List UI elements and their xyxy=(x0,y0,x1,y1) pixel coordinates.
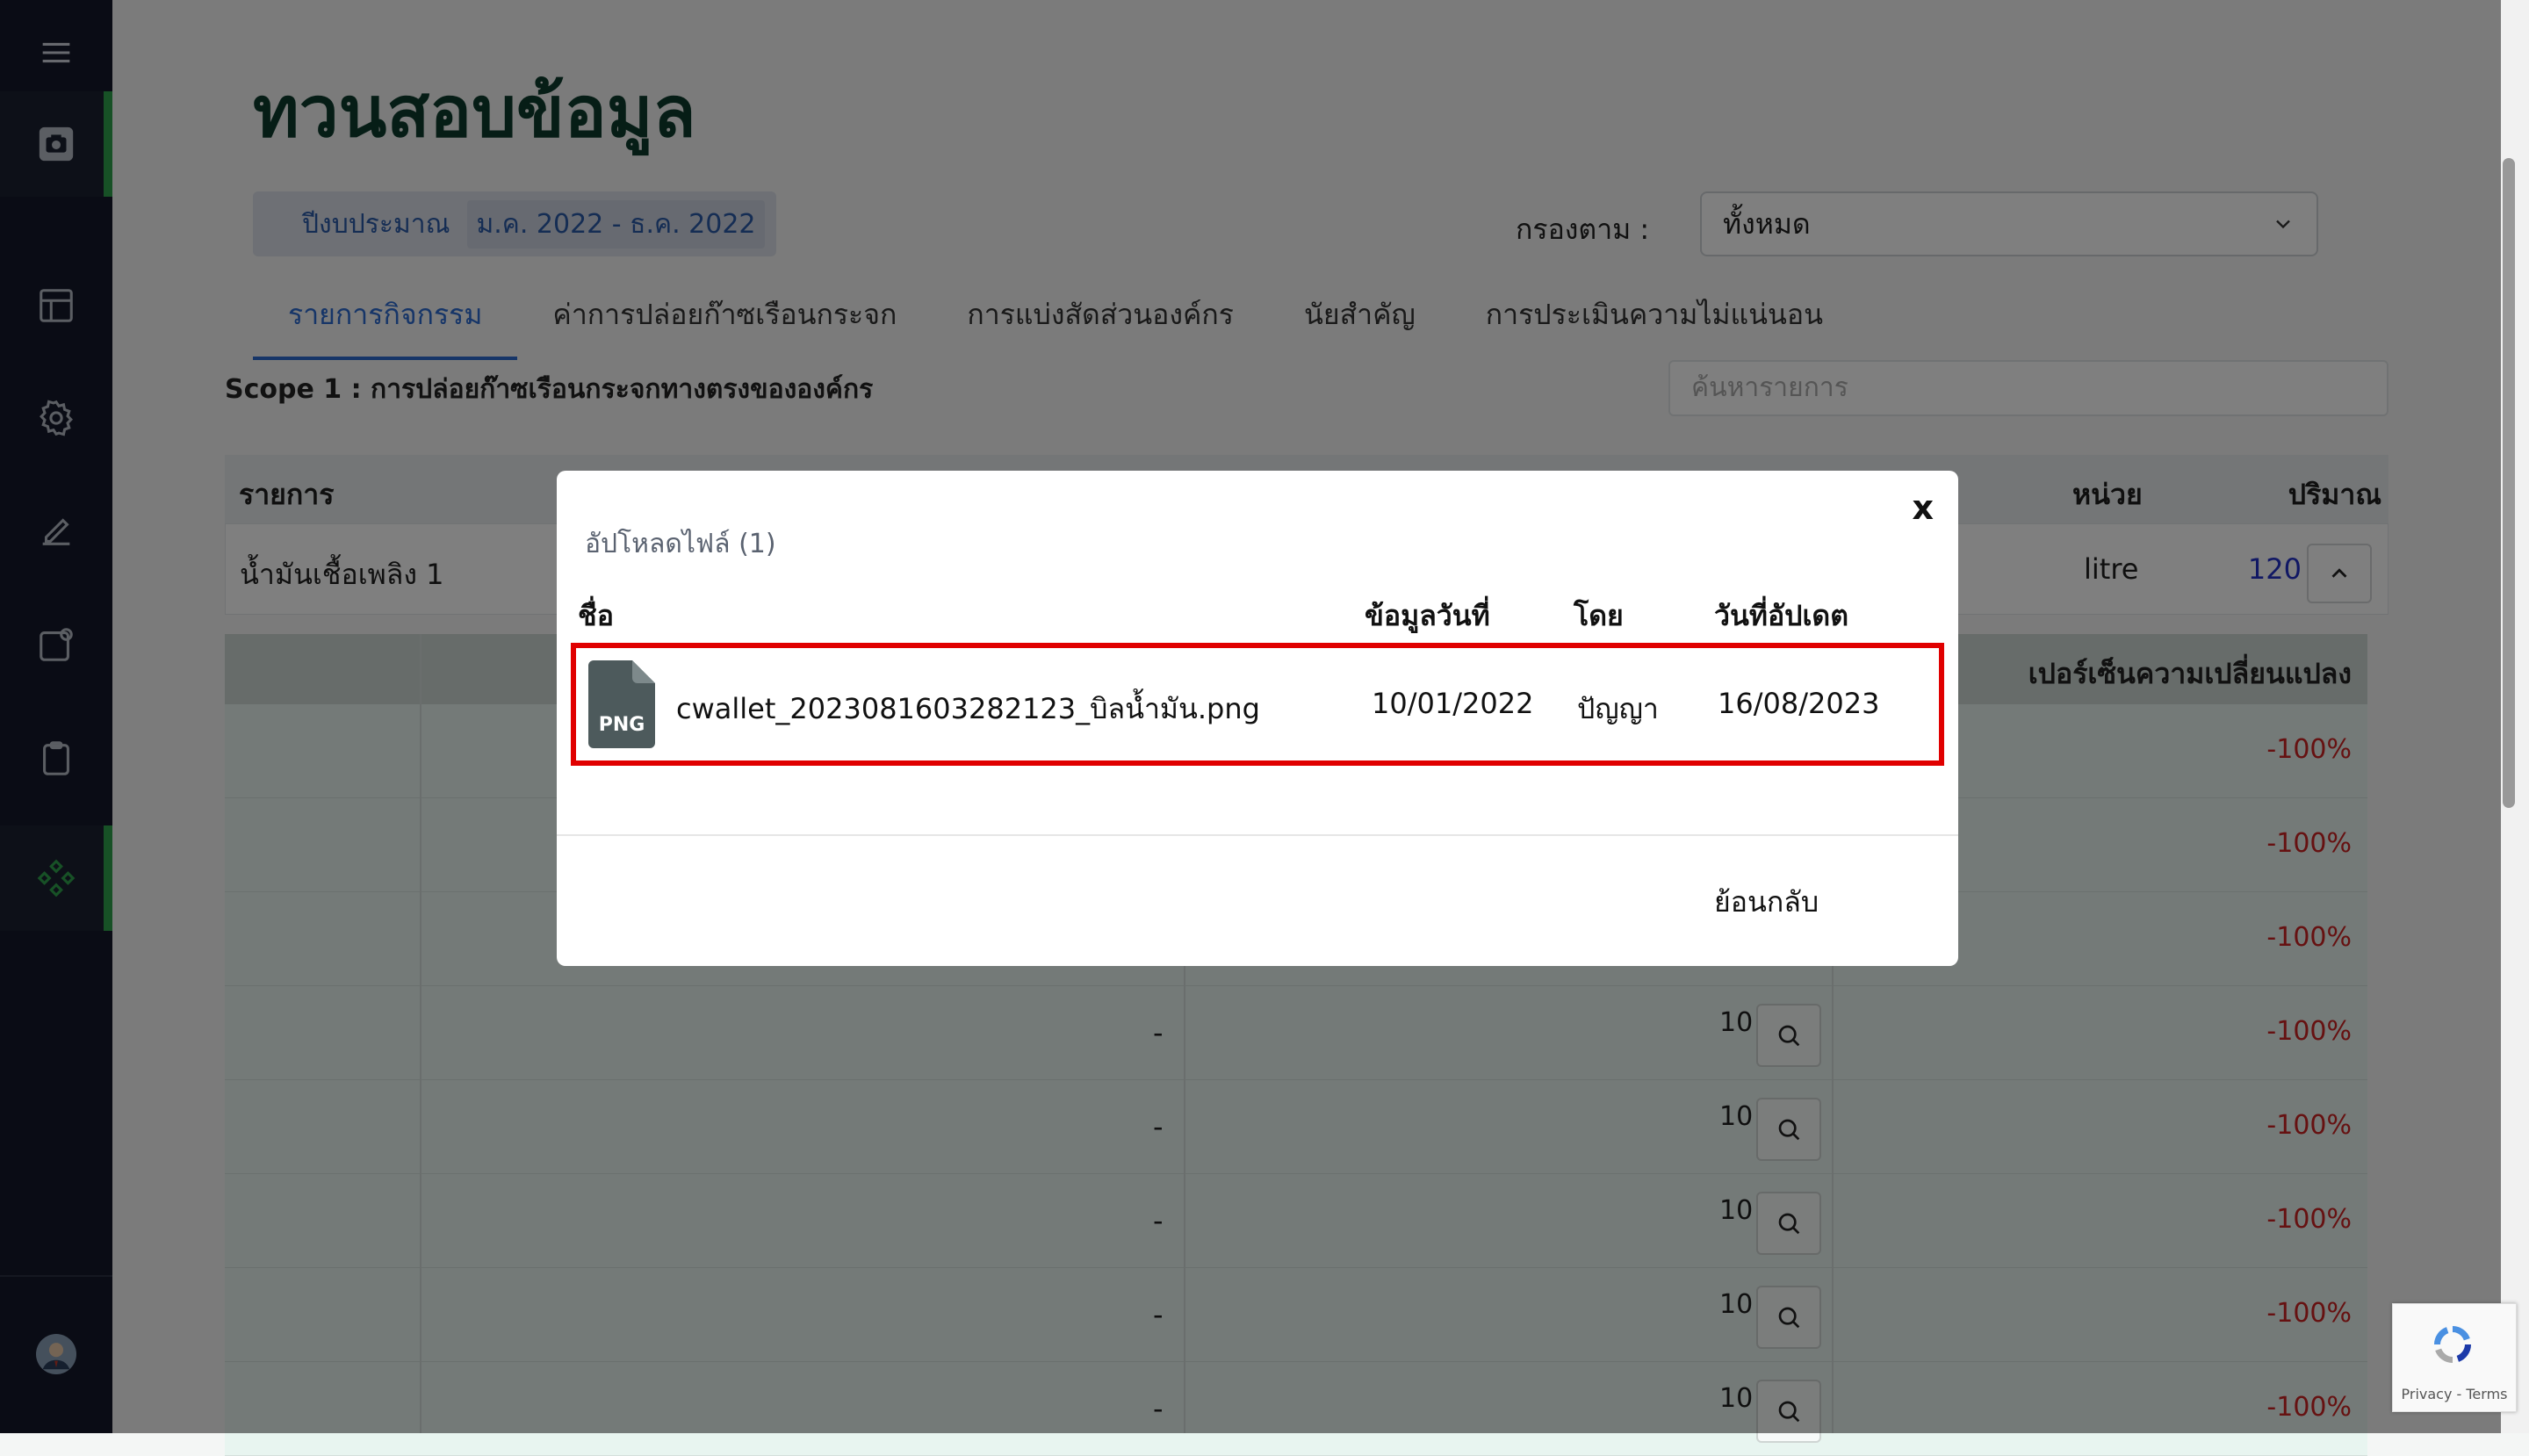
col-name: ชื่อ xyxy=(578,599,614,632)
modal-title: อัปโหลดไฟล์ (1) xyxy=(585,529,776,559)
recaptcha-icon xyxy=(2434,1326,2471,1363)
back-button[interactable]: ย้อนกลับ xyxy=(1714,880,1819,925)
recaptcha-text[interactable]: Privacy - Terms xyxy=(2393,1386,2516,1402)
file-name[interactable]: cwallet_2023081603282123_บิลน้ำมัน.png xyxy=(676,687,1260,732)
file-data-date: 10/01/2022 xyxy=(1372,687,1534,720)
close-button[interactable]: x xyxy=(1912,488,1934,527)
col-data-date: ข้อมูลวันที่ xyxy=(1365,599,1490,632)
modal-divider xyxy=(557,834,1958,836)
file-row[interactable]: PNG cwallet_2023081603282123_บิลน้ำมัน.p… xyxy=(571,643,1944,766)
png-file-icon: PNG xyxy=(588,660,655,748)
file-updated-date: 16/08/2023 xyxy=(1718,687,1880,720)
col-by: โดย xyxy=(1574,599,1624,632)
file-uploaded-by: ปัญญา xyxy=(1577,692,1659,725)
scrollbar-thumb[interactable] xyxy=(2503,158,2515,808)
recaptcha-badge[interactable]: Privacy - Terms xyxy=(2392,1303,2517,1412)
col-updated: วันที่อัปเดต xyxy=(1714,599,1848,632)
file-type-label: PNG xyxy=(599,714,645,736)
upload-files-modal: x อัปโหลดไฟล์ (1) ชื่อ ข้อมูลวันที่ โดย … xyxy=(557,471,1958,966)
